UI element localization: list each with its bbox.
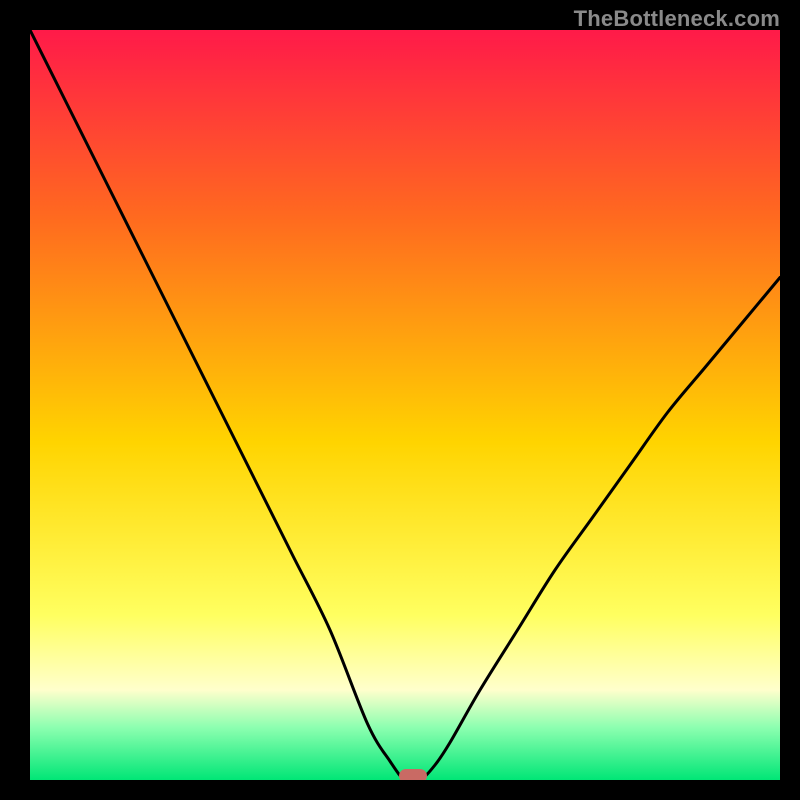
- watermark-text: TheBottleneck.com: [574, 6, 780, 32]
- chart-frame: TheBottleneck.com: [0, 0, 800, 800]
- plot-area: [30, 30, 780, 780]
- curve-layer: [30, 30, 780, 780]
- bottleneck-curve: [30, 30, 780, 780]
- min-marker: [399, 769, 427, 780]
